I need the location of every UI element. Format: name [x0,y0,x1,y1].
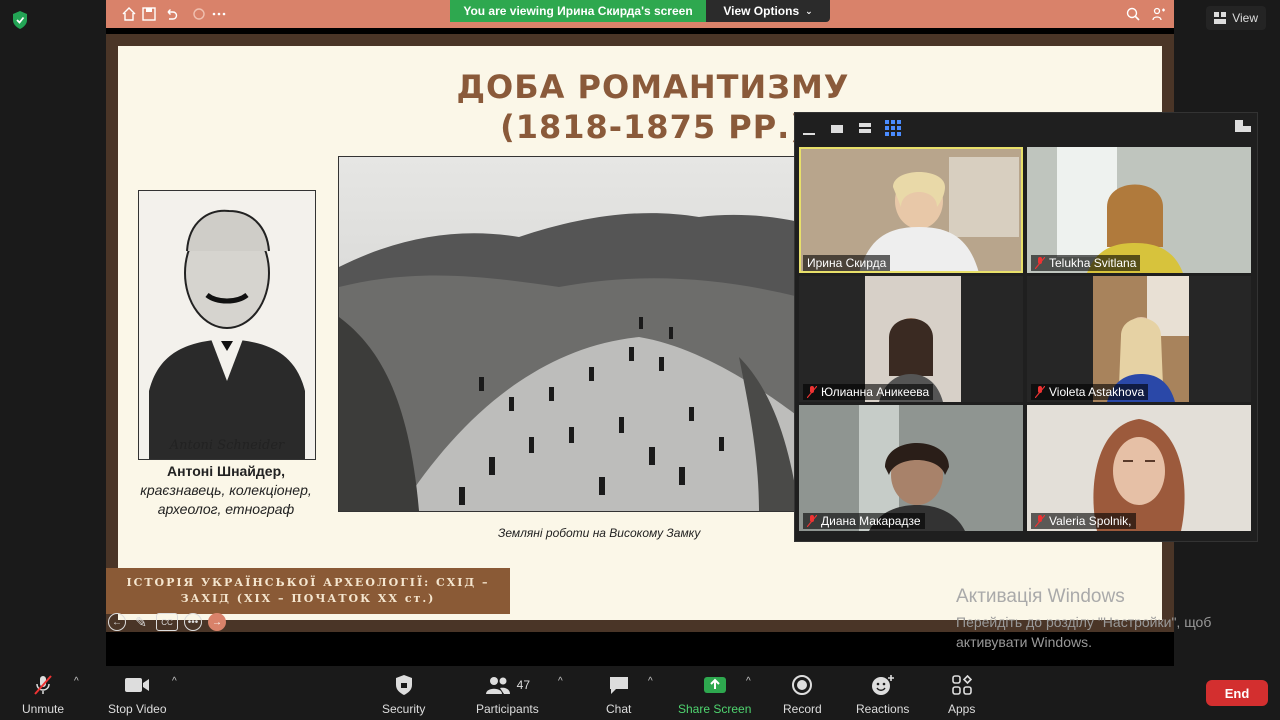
svg-text:Antoni Schneider: Antoni Schneider [169,438,285,453]
more-options-button[interactable]: ••• [184,613,202,631]
chevron-down-icon: ⌄ [805,5,813,16]
unmute-button[interactable]: Unmute [22,674,64,716]
portrait-description: краєзнавець, колекціонер, археолог, етно… [140,482,312,517]
reactions-smile-icon [871,675,894,695]
mic-muted-icon [34,675,52,695]
participant-tile-4[interactable]: Violeta Astakhova [1027,276,1251,402]
participant-name-tag: Telukha Svitlana [1031,255,1141,271]
mic-muted-icon [807,386,817,398]
undo-icon[interactable] [164,7,178,21]
record-icon [792,675,813,695]
participant-name-tag: Диана Макарадзе [803,513,925,529]
share-people-icon[interactable] [1152,7,1166,21]
castle-excavation-photo [338,156,800,512]
security-shield-icon [395,675,412,695]
banner-line2: ЗАХІД (XIX – ПОЧАТОК XX ст.) [180,592,436,605]
apps-button[interactable]: Apps [948,674,975,716]
slide-controls: ← ✎ CC ••• → [108,612,226,632]
share-chevron-icon[interactable]: ^ [746,676,751,687]
portrait-name: Антоні Шнайдер, [166,463,286,479]
participant-tile-6[interactable]: Valeria Spolnik, [1027,405,1251,531]
security-button[interactable]: Security [382,674,425,716]
next-slide-button[interactable]: → [208,613,226,631]
view-button[interactable]: View [1206,6,1266,30]
stop-video-button[interactable]: Stop Video [108,674,167,716]
video-options-chevron-icon[interactable]: ^ [172,676,177,687]
apps-icon [951,675,972,695]
participant-tile-5[interactable]: Диана Макарадзе [799,405,1023,531]
participants-button[interactable]: 47 Participants [476,674,539,716]
captions-button[interactable]: CC [156,613,178,631]
participant-name-tag: Valeria Spolnik, [1031,513,1136,529]
apps-label: Apps [948,702,976,716]
participants-chevron-icon[interactable]: ^ [558,676,563,687]
security-label: Security [382,702,426,716]
participants-icon [485,677,510,694]
grid-view-icon [1214,12,1227,24]
stop-video-label: Stop Video [108,702,167,716]
share-screen-label: Share Screen [678,702,752,716]
chat-label: Chat [606,702,632,716]
pen-icon[interactable]: ✎ [132,613,150,631]
photo-caption: Земляні роботи на Високому Замку [498,526,701,540]
share-screen-icon [703,677,726,693]
banner-line1: ІСТОРІЯ УКРАЇНСЬКОЇ АРХЕОЛОГІЇ: СХІД – [126,576,490,589]
search-icon[interactable] [1126,7,1140,21]
mic-muted-icon [1035,386,1045,398]
participant-tile-2[interactable]: Telukha Svitlana [1027,147,1251,273]
participant-name-tag: Ирина Скирда [803,255,891,271]
home-icon[interactable] [122,7,136,21]
viewing-screen-banner: You are viewing Ирина Скирда's screen [450,0,706,22]
course-banner: ІСТОРІЯ УКРАЇНСЬКОЇ АРХЕОЛОГІЇ: СХІД – З… [106,568,510,614]
chat-bubble-icon [609,677,628,694]
previous-slide-button[interactable]: ← [108,613,126,631]
reactions-button[interactable]: Reactions [856,674,909,716]
participant-name-tag: Violeta Astakhova [1031,384,1149,400]
mic-muted-icon [1035,515,1045,527]
video-gallery: Ирина Скирда Telukha Svitlana Юлианна Ан… [794,112,1258,542]
speaker-view-icon[interactable] [831,123,845,137]
video-camera-icon [125,678,150,692]
portrait-image: Antoni Schneider [138,190,316,460]
participant-tile-1[interactable]: Ирина Скирда [799,147,1023,273]
chat-button[interactable]: Chat [606,674,631,716]
share-screen-button[interactable]: Share Screen [678,674,751,716]
view-options-button[interactable]: View Options ⌄ [706,0,830,22]
unmute-label: Unmute [22,702,65,716]
mic-muted-icon [807,515,817,527]
record-label: Record [783,702,822,716]
gallery-controls [795,113,1257,145]
more-icon[interactable] [212,7,226,21]
audio-options-chevron-icon[interactable]: ^ [74,676,79,687]
view-options-label: View Options [723,4,800,18]
participants-count: 47 [516,678,531,692]
windows-activation-title: Активація Windows [956,586,1125,607]
gallery-grid-icon[interactable] [885,120,901,136]
slide-title: ДОБА РОМАНТИЗМУ [456,68,850,106]
exit-fullscreen-icon[interactable] [1235,119,1251,133]
encryption-shield-icon[interactable] [10,10,30,30]
view-label: View [1232,11,1258,25]
redo-icon[interactable] [192,7,206,21]
minimize-icon[interactable] [803,123,817,137]
portrait-caption: Антоні Шнайдер, краєзнавець, колекціонер… [132,462,320,519]
windows-activation-text: Перейдіть до розділу "Настройки", щоб ак… [956,614,1212,650]
participants-label: Participants [476,702,539,716]
chat-chevron-icon[interactable]: ^ [648,676,653,687]
mic-muted-icon [1035,257,1045,269]
meeting-toolbar: Unmute ^ Stop Video ^ Security 47 Partic… [0,666,1280,720]
end-meeting-button[interactable]: End [1206,680,1268,706]
save-icon[interactable] [142,7,156,21]
record-button[interactable]: Record [783,674,822,716]
participant-name-tag: Юлианна Аникеева [803,384,934,400]
reactions-label: Reactions [856,702,910,716]
participant-tile-3[interactable]: Юлианна Аникеева [799,276,1023,402]
strip-view-icon[interactable] [859,121,873,135]
